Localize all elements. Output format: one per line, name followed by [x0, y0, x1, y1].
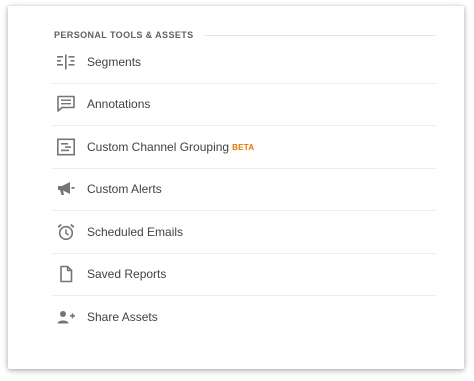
channel-grouping-icon — [55, 138, 77, 156]
section-header: PERSONAL TOOLS & ASSETS — [54, 28, 436, 42]
document-icon — [55, 265, 77, 283]
menu-item-saved-reports[interactable]: Saved Reports — [52, 254, 436, 296]
menu-item-label: Segments — [87, 54, 142, 69]
personal-tools-panel: PERSONAL TOOLS & ASSETS Segments Annotat… — [8, 6, 464, 369]
menu-item-annotations[interactable]: Annotations — [52, 84, 436, 126]
menu-item-scheduled-emails[interactable]: Scheduled Emails — [52, 211, 436, 254]
section-divider — [203, 34, 436, 36]
menu-item-label: Custom Channel Grouping — [87, 139, 230, 154]
menu-item-share-assets[interactable]: Share Assets — [52, 296, 436, 339]
section-title: PERSONAL TOOLS & ASSETS — [54, 30, 194, 40]
menu-item-segments[interactable]: Segments — [52, 41, 436, 84]
segments-icon — [55, 53, 77, 71]
add-person-icon — [55, 308, 77, 326]
menu-item-custom-channel-grouping[interactable]: Custom Channel Grouping BETA — [52, 126, 436, 169]
menu-item-label: Scheduled Emails — [87, 224, 184, 239]
beta-badge: BETA — [232, 143, 255, 153]
menu-item-label: Annotations — [87, 97, 151, 112]
annotations-icon — [55, 95, 77, 113]
menu-item-custom-alerts[interactable]: Custom Alerts — [52, 169, 436, 211]
menu-item-label: Share Assets — [87, 310, 158, 325]
alarm-clock-icon — [55, 223, 77, 241]
menu-item-label: Saved Reports — [87, 267, 167, 282]
menu-item-label: Custom Alerts — [87, 182, 162, 197]
tools-menu: Segments Annotations Custom Channel Grou… — [52, 41, 436, 339]
megaphone-icon — [55, 180, 77, 198]
